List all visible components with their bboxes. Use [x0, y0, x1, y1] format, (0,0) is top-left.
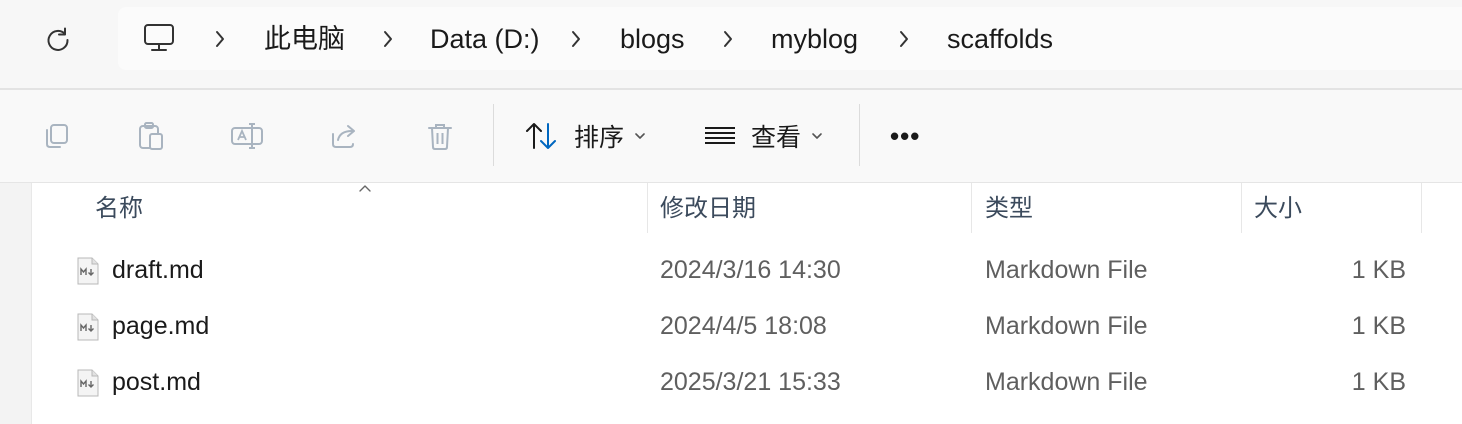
share-icon — [332, 125, 355, 148]
column-header-size[interactable]: 大小 — [1254, 183, 1302, 235]
file-modified-date: 2025/3/21 15:33 — [660, 368, 841, 396]
markdown-file-icon — [77, 369, 99, 397]
sort-button[interactable]: 排序 — [524, 114, 646, 158]
file-modified-date: 2024/3/16 14:30 — [660, 256, 841, 284]
column-header-name[interactable]: 名称 — [95, 183, 143, 235]
command-bar: 排序 查看 ••• — [0, 90, 1462, 182]
column-header-date[interactable]: 修改日期 — [660, 183, 756, 235]
file-row[interactable]: draft.md 2024/3/16 14:30 Markdown File 1… — [32, 243, 1462, 299]
chevron-down-icon — [812, 133, 822, 139]
copy-icon — [46, 124, 68, 148]
delete-button[interactable] — [422, 118, 458, 154]
toolbar-separator — [859, 104, 860, 166]
rename-icon — [231, 123, 263, 149]
view-button[interactable]: 查看 — [703, 114, 823, 158]
navigation-pane-edge[interactable] — [0, 183, 32, 424]
file-size: 1 KB — [1351, 368, 1406, 396]
paste-button[interactable] — [133, 118, 169, 154]
copy-button[interactable] — [38, 118, 74, 154]
chevron-right-icon[interactable] — [378, 27, 398, 51]
file-name[interactable]: post.md — [112, 366, 201, 398]
chevron-right-icon[interactable] — [894, 27, 914, 51]
breadcrumb-drive[interactable]: Data (D:) — [430, 23, 540, 55]
column-divider[interactable] — [971, 183, 972, 233]
markdown-file-icon — [77, 313, 99, 341]
breadcrumb-scaffolds[interactable]: scaffolds — [947, 23, 1053, 55]
address-area: 此电脑 Data (D:) blogs myblog scaffolds — [0, 0, 1462, 88]
markdown-file-icon — [77, 257, 99, 285]
chevron-right-icon[interactable] — [566, 27, 586, 51]
column-divider[interactable] — [1241, 183, 1242, 233]
share-button[interactable] — [326, 118, 362, 154]
file-type: Markdown File — [985, 312, 1148, 340]
column-divider[interactable] — [1421, 183, 1422, 233]
column-header-type[interactable]: 类型 — [985, 183, 1033, 235]
toolbar-separator — [493, 104, 494, 166]
file-name[interactable]: draft.md — [112, 254, 204, 286]
file-size: 1 KB — [1351, 256, 1406, 284]
file-modified-date: 2024/4/5 18:08 — [660, 312, 827, 340]
rename-button[interactable] — [229, 118, 265, 154]
breadcrumb-myblog[interactable]: myblog — [771, 23, 858, 55]
chevron-right-icon[interactable] — [718, 27, 738, 51]
more-icon: ••• — [890, 120, 921, 151]
file-type: Markdown File — [985, 256, 1148, 284]
address-bar[interactable]: 此电脑 Data (D:) blogs myblog scaffolds — [118, 7, 1462, 70]
file-row[interactable]: page.md 2024/4/5 18:08 Markdown File 1 K… — [32, 299, 1462, 355]
breadcrumb-this-pc[interactable]: 此电脑 — [264, 23, 345, 55]
column-divider[interactable] — [647, 183, 648, 233]
file-row[interactable]: post.md 2025/3/21 15:33 Markdown File 1 … — [32, 355, 1462, 411]
refresh-button[interactable] — [38, 22, 78, 58]
computer-icon[interactable] — [142, 21, 178, 57]
file-list: 名称 修改日期 类型 大小 draft.md 2024/3/16 14:30 M… — [32, 183, 1462, 424]
file-size: 1 KB — [1351, 312, 1406, 340]
chevron-right-icon[interactable] — [210, 27, 230, 51]
sort-ascending-icon — [359, 185, 371, 192]
sort-icon — [526, 123, 556, 149]
paste-icon — [139, 122, 163, 150]
view-label: 查看 — [751, 124, 802, 152]
refresh-icon — [47, 27, 69, 51]
more-options-button[interactable]: ••• — [890, 114, 920, 158]
view-list-icon — [705, 127, 735, 144]
file-name[interactable]: page.md — [112, 310, 209, 342]
file-type: Markdown File — [985, 368, 1148, 396]
breadcrumb-blogs[interactable]: blogs — [620, 23, 685, 55]
chevron-down-icon — [635, 133, 645, 139]
sort-label: 排序 — [574, 124, 625, 152]
delete-icon — [428, 124, 452, 150]
